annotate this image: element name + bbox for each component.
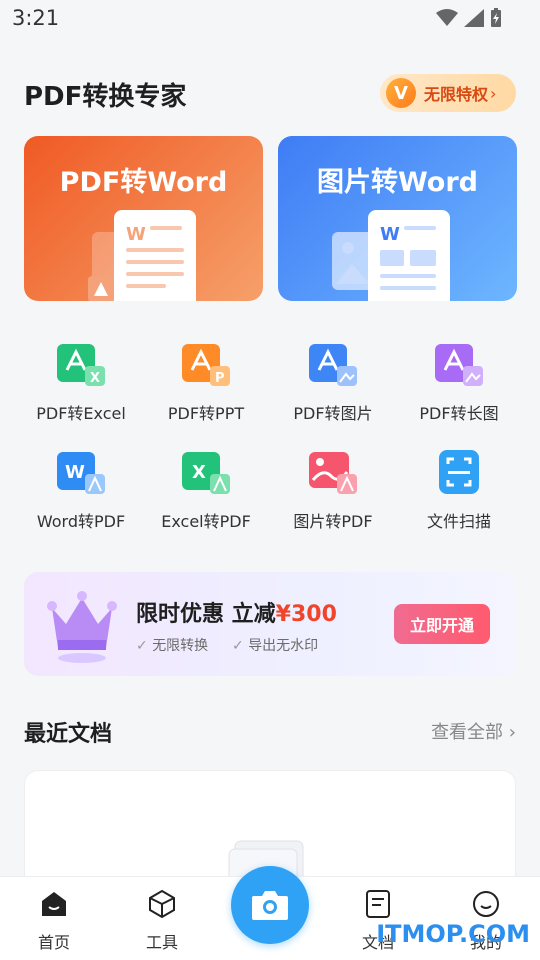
vip-badge-icon: V bbox=[386, 78, 416, 108]
scan-icon bbox=[435, 448, 483, 496]
activate-now-button[interactable]: 立即开通 bbox=[394, 604, 490, 644]
camera-icon bbox=[252, 891, 288, 920]
pdf-long-image-icon bbox=[435, 340, 483, 388]
recent-docs-title: 最近文档 bbox=[24, 722, 113, 747]
tool-label: PDF转图片 bbox=[293, 404, 373, 423]
page-header: PDF转换专家 V 无限特权 › bbox=[0, 70, 540, 118]
promo-banner[interactable]: 限时优惠 立减¥300 ✓ 无限转换 ✓ 导出无水印 立即开通 bbox=[24, 572, 516, 676]
check-icon: ✓ bbox=[232, 638, 249, 654]
document-icon bbox=[366, 890, 390, 918]
tool-word-to-pdf[interactable]: W Word转PDF bbox=[18, 448, 144, 532]
tab-label: 工具 bbox=[145, 933, 178, 952]
tool-label: 图片转PDF bbox=[293, 512, 373, 531]
tool-label: 文件扫描 bbox=[426, 512, 491, 531]
promo-title: 限时优惠 立减¥300 bbox=[136, 596, 337, 628]
pdf-ppt-icon: P bbox=[182, 340, 230, 388]
promo-feature-label: 无限转换 bbox=[152, 638, 209, 654]
word-pdf-icon: W bbox=[57, 448, 105, 496]
tool-pdf-to-long-image[interactable]: PDF转长图 bbox=[396, 340, 522, 424]
pdf-excel-icon: X bbox=[57, 340, 105, 388]
tool-label: Excel转PDF bbox=[161, 512, 251, 531]
pdf-to-word-card[interactable]: PDF转Word W bbox=[24, 136, 263, 301]
tab-home[interactable]: 首页 bbox=[14, 889, 94, 953]
tool-image-to-pdf[interactable]: 图片转PDF bbox=[270, 448, 396, 532]
tools-cube-icon bbox=[149, 889, 175, 919]
watermark-text: ITMOP.COM bbox=[376, 920, 530, 948]
promo-feature-1: ✓ 无限转换 bbox=[136, 635, 208, 655]
system-icons bbox=[436, 8, 502, 28]
promo-feature-2: ✓ 导出无水印 bbox=[232, 635, 318, 655]
chevron-right-icon: › bbox=[490, 83, 497, 103]
svg-text:W: W bbox=[380, 224, 400, 245]
status-bar: 3:21 bbox=[0, 0, 540, 40]
check-icon: ✓ bbox=[136, 638, 153, 654]
signal-icon bbox=[464, 9, 484, 27]
pdf-document-icon: W bbox=[88, 210, 196, 301]
svg-text:P: P bbox=[215, 371, 225, 386]
crown-icon bbox=[47, 591, 117, 663]
view-all-link[interactable]: 查看全部 › bbox=[431, 718, 516, 744]
chevron-right-icon: › bbox=[508, 722, 516, 743]
promo-title-text: 限时优惠 立减 bbox=[136, 602, 276, 627]
wifi-icon bbox=[436, 9, 458, 26]
tool-excel-to-pdf[interactable]: X Excel转PDF bbox=[143, 448, 269, 532]
svg-text:X: X bbox=[192, 462, 206, 483]
excel-pdf-icon: X bbox=[182, 448, 230, 496]
image-pdf-icon bbox=[309, 448, 357, 496]
page-title: PDF转换专家 bbox=[24, 82, 187, 112]
home-icon bbox=[42, 892, 66, 916]
status-time: 3:21 bbox=[12, 6, 60, 30]
image-to-word-card[interactable]: 图片转Word W bbox=[278, 136, 517, 301]
smile-face-icon bbox=[473, 891, 499, 917]
recent-docs-header: 最近文档 查看全部 › bbox=[24, 714, 516, 750]
promo-price: ¥300 bbox=[275, 602, 337, 627]
promo-feature-label: 导出无水印 bbox=[248, 638, 319, 654]
svg-text:W: W bbox=[65, 462, 85, 483]
tool-pdf-to-ppt[interactable]: P PDF转PPT bbox=[143, 340, 269, 424]
tool-pdf-to-excel[interactable]: X PDF转Excel bbox=[18, 340, 144, 424]
tool-label: PDF转Excel bbox=[36, 404, 126, 423]
svg-text:X: X bbox=[90, 371, 100, 386]
vip-label: 无限特权 bbox=[424, 85, 489, 104]
tab-tools[interactable]: 工具 bbox=[122, 889, 202, 953]
tool-label: PDF转PPT bbox=[167, 404, 245, 423]
battery-icon bbox=[491, 8, 501, 27]
tool-file-scan[interactable]: 文件扫描 bbox=[396, 448, 522, 532]
image-document-icon: W bbox=[332, 210, 450, 301]
tool-label: Word转PDF bbox=[36, 512, 126, 531]
tool-label: PDF转长图 bbox=[419, 404, 499, 423]
tab-label: 首页 bbox=[37, 933, 70, 952]
tool-pdf-to-image[interactable]: PDF转图片 bbox=[270, 340, 396, 424]
camera-button[interactable] bbox=[231, 866, 309, 944]
vip-privilege-button[interactable]: V 无限特权 › bbox=[380, 74, 516, 112]
pdf-image-icon bbox=[309, 340, 357, 388]
view-all-label: 查看全部 bbox=[431, 722, 504, 743]
svg-text:W: W bbox=[126, 224, 146, 245]
